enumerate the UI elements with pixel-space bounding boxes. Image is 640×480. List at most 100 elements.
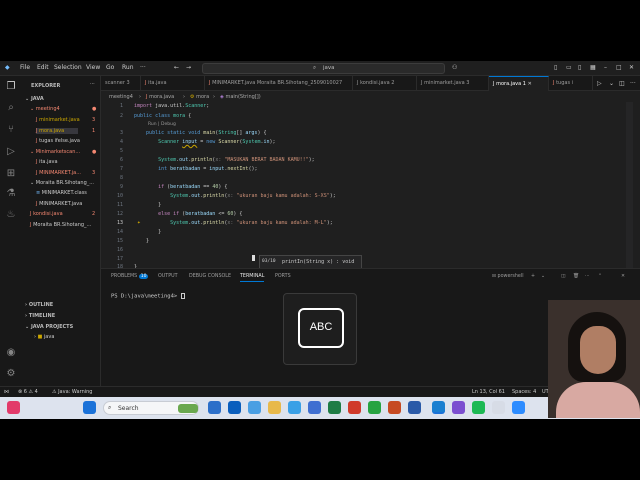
menu-run[interactable]: Run: [122, 64, 134, 71]
layout-sidebar-icon[interactable]: ▯: [554, 64, 557, 71]
split-terminal-icon[interactable]: ◫: [561, 274, 566, 279]
vscode-taskbar-icon[interactable]: [432, 401, 445, 414]
editor-scrollbar[interactable]: [626, 102, 633, 268]
account-icon[interactable]: ◉: [5, 347, 17, 359]
copilot-icon[interactable]: ⚇: [452, 64, 457, 71]
maximize-icon[interactable]: □: [616, 64, 622, 71]
breadcrumb-folder[interactable]: meeting4: [109, 94, 133, 100]
app-icon[interactable]: [228, 401, 241, 414]
tab-scanner[interactable]: scanner 3: [101, 76, 141, 91]
run-dropdown-icon[interactable]: ⌄: [609, 80, 614, 87]
file-explorer-icon[interactable]: [268, 401, 281, 414]
code-editor[interactable]: 1 import java.util.Scanner; 2 public cla…: [101, 102, 633, 268]
breadcrumb-method[interactable]: ◈ main(String[]): [220, 94, 261, 100]
tab-mora[interactable]: J mora.java 1 ✕: [489, 76, 549, 91]
taskbar-search-box[interactable]: ⌕ Search: [103, 401, 199, 415]
code-lens-run-debug[interactable]: Run | Debug: [148, 122, 176, 127]
spotify-icon[interactable]: [472, 401, 485, 414]
close-panel-icon[interactable]: ✕: [621, 274, 625, 279]
tree-item-kondisi[interactable]: J kondisi.java: [30, 211, 63, 217]
menu-view[interactable]: View: [86, 64, 100, 71]
powerpoint-icon[interactable]: [388, 401, 401, 414]
customize-layout-icon[interactable]: ▦: [590, 64, 596, 71]
outline-section[interactable]: › OUTLINE: [25, 302, 53, 308]
word-icon[interactable]: [408, 401, 421, 414]
terminal-dropdown-icon[interactable]: ⌄: [541, 274, 545, 279]
menu-selection[interactable]: Selection: [54, 64, 82, 71]
layout-secondary-icon[interactable]: ▯: [578, 64, 581, 71]
tab-close-icon[interactable]: ✕: [528, 81, 532, 87]
extensions-icon[interactable]: ⊞: [5, 168, 17, 180]
breadcrumb-file[interactable]: J mora.java: [146, 94, 174, 100]
maximize-panel-icon[interactable]: ⌃: [598, 274, 602, 279]
terminal-prompt-line[interactable]: PS D:\java\meeting4>: [111, 293, 185, 300]
task-view-icon[interactable]: [208, 401, 221, 414]
tree-item-moraita-file[interactable]: J Moraita BR.Sihotang_...: [30, 222, 91, 228]
run-debug-icon[interactable]: ▷: [5, 146, 17, 158]
edge-browser-icon[interactable]: [248, 401, 261, 414]
edge-icon[interactable]: [288, 401, 301, 414]
tree-item-meeting4[interactable]: ⌄ meeting4: [30, 106, 60, 112]
explorer-icon[interactable]: ❐: [5, 81, 17, 93]
editor-more-icon[interactable]: ···: [630, 80, 636, 87]
close-icon[interactable]: ✕: [629, 64, 634, 71]
new-terminal-icon[interactable]: +: [531, 274, 535, 279]
zoom-icon[interactable]: [512, 401, 525, 414]
indentation[interactable]: Spaces: 4: [512, 389, 536, 395]
explorer-more-icon[interactable]: ···: [90, 81, 95, 87]
tab-tugas[interactable]: J tugas i: [549, 76, 593, 91]
tab-problems[interactable]: PROBLEMS 10: [111, 274, 149, 279]
tab-output[interactable]: OUTPUT: [158, 274, 178, 279]
problems-status[interactable]: ⊗ 6 ⚠ 4: [18, 389, 38, 395]
menu-go[interactable]: Go: [106, 64, 114, 71]
more-menu-icon[interactable]: ···: [140, 64, 146, 71]
tree-item-minimarket[interactable]: J minimarket.java: [36, 117, 80, 123]
tree-item-tugas-ifelse[interactable]: J tugas ifelse.java: [36, 138, 80, 144]
command-search-box[interactable]: ⌕ java: [202, 63, 445, 74]
tab-debug-console[interactable]: DEBUG CONSOLE: [189, 274, 231, 279]
minimize-icon[interactable]: –: [604, 64, 607, 71]
run-icon[interactable]: ▷: [597, 80, 602, 87]
remote-icon[interactable]: ⋈: [4, 389, 9, 395]
source-control-icon[interactable]: ⑂: [5, 124, 17, 136]
excel-icon[interactable]: [328, 401, 341, 414]
menu-file[interactable]: File: [20, 64, 30, 71]
breadcrumb-class[interactable]: ⚙ mora: [190, 94, 209, 100]
tree-item-mora[interactable]: J mora.java: [36, 128, 79, 134]
cursor-position[interactable]: Ln 13, Col 61: [472, 389, 505, 395]
explorer-root[interactable]: ⌄ JAVA: [25, 96, 44, 102]
kill-terminal-icon[interactable]: 🗑: [573, 274, 579, 279]
settings-gear-icon[interactable]: ⚙: [5, 368, 17, 380]
whatsapp-icon[interactable]: [368, 401, 381, 414]
tab-terminal[interactable]: TERMINAL: [240, 274, 265, 282]
app-icon[interactable]: [452, 401, 465, 414]
app-icon[interactable]: [348, 401, 361, 414]
java-status[interactable]: ⚠ Java: Warning: [52, 389, 92, 395]
forward-arrow-icon[interactable]: →: [186, 64, 191, 71]
tree-item-minimarketscan[interactable]: ⌄ Minimarketscan...: [30, 149, 80, 155]
timeline-section[interactable]: › TIMELINE: [25, 313, 55, 319]
store-icon[interactable]: [308, 401, 321, 414]
menu-edit[interactable]: Edit: [37, 64, 49, 71]
tree-item-moraita-folder[interactable]: ⌄ Moraita BR.Sihotang_...: [30, 180, 94, 186]
start-windows-icon[interactable]: [83, 401, 96, 414]
tab-kondisi[interactable]: J kondisi.java 2: [353, 76, 417, 91]
app-icon[interactable]: [492, 401, 505, 414]
tree-item-ita[interactable]: J ita.java: [36, 159, 58, 165]
tab-ports[interactable]: PORTS: [275, 274, 291, 279]
search-icon[interactable]: ⌕: [5, 102, 17, 114]
project-java[interactable]: › ■ java: [34, 334, 54, 340]
terminal-shell[interactable]: ⊟ powershell: [492, 274, 524, 279]
back-arrow-icon[interactable]: ←: [174, 64, 179, 71]
tree-item-minimarket-upper[interactable]: J MINIMARKET.ja...: [36, 170, 81, 176]
split-editor-icon[interactable]: ◫: [619, 80, 625, 87]
tree-item-minimarket-java[interactable]: J MINIMARKET.java: [36, 201, 82, 207]
java-icon[interactable]: ♨: [5, 209, 17, 221]
panel-more-icon[interactable]: ···: [585, 274, 590, 279]
weather-widget-icon[interactable]: [7, 401, 20, 414]
tab-ita[interactable]: J ita.java: [141, 76, 205, 91]
layout-panel-icon[interactable]: ▭: [566, 64, 572, 71]
tab-minimarket[interactable]: J minimarket.java 3: [417, 76, 489, 91]
tab-minimarket-upper[interactable]: J MINIMARKET.java Moraita BR.Sihotang_25…: [205, 76, 353, 91]
testing-icon[interactable]: ⚗: [5, 188, 17, 200]
